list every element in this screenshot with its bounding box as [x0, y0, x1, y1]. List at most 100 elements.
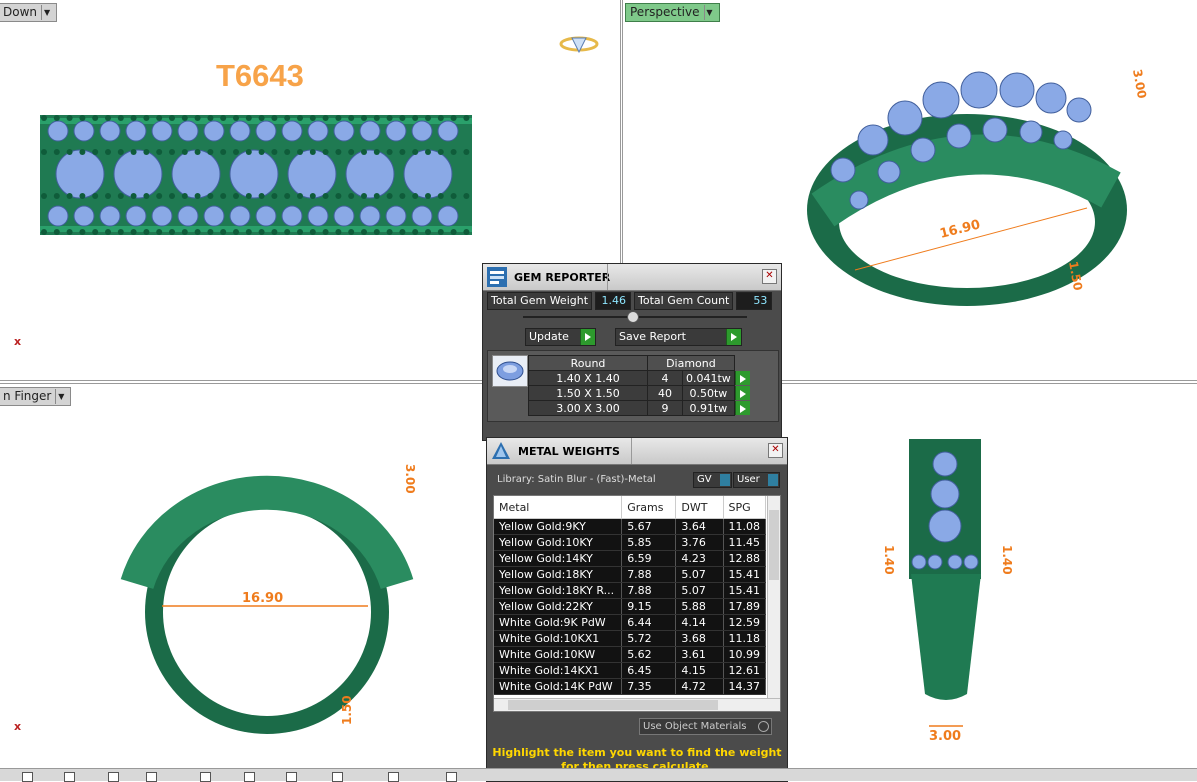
metal-grams: 6.45 [621, 662, 677, 679]
metal-row[interactable]: Yellow Gold:18KY 7.88 5.07 15.41 [494, 566, 766, 583]
size-slider[interactable] [523, 311, 747, 323]
gv-toggle[interactable]: GV [693, 472, 732, 488]
metal-row[interactable]: White Gold:14K PdW 7.35 4.72 14.37 [494, 678, 766, 695]
prong-shape [130, 149, 137, 155]
prong-shape [156, 229, 163, 235]
gem-shape [960, 71, 998, 109]
gem-shape [307, 120, 329, 142]
prong-shape [284, 193, 291, 199]
metal-grams: 5.72 [621, 630, 677, 647]
horizontal-scrollbar[interactable] [494, 698, 780, 711]
prong-shape [181, 193, 188, 199]
scroll-thumb[interactable] [769, 510, 779, 580]
prong-shape [297, 149, 303, 155]
scroll-thumb[interactable] [508, 700, 718, 710]
gem-reporter-header[interactable]: GEM REPORTER ✕ [483, 264, 781, 291]
metal-row[interactable]: Yellow Gold:9KY 5.67 3.64 11.08 [494, 518, 766, 535]
gem-shape [359, 205, 381, 227]
gem-row[interactable]: 1.50 X 1.50 40 0.50tw [528, 385, 754, 401]
metal-table-container[interactable]: Metal Grams DWT SPG Yellow Gold:9KY 5.67 3… [493, 495, 781, 712]
gem-header-shape: Round [528, 355, 648, 371]
prong-shape [245, 229, 252, 235]
prong-shape [335, 149, 342, 155]
prong-shape [309, 115, 316, 121]
gem-reporter-icon [487, 267, 507, 287]
gem-list: Round Diamond 1.40 X 1.40 4 0.041tw 1.50… [487, 350, 779, 422]
save-report-button[interactable]: Save Report [615, 328, 742, 346]
prong-shape [425, 193, 431, 199]
gem-shape [229, 205, 251, 227]
metal-weights-panel[interactable]: METAL WEIGHTS ✕ Library: Satin Blur - (F… [486, 437, 788, 782]
checkbox-icon [768, 474, 778, 486]
col-metal[interactable]: Metal [494, 496, 623, 519]
status-checkbox[interactable] [64, 772, 75, 782]
metal-row[interactable]: Yellow Gold:10KY 5.85 3.76 11.45 [494, 534, 766, 551]
gem-shape [910, 137, 936, 163]
checkbox-icon [720, 474, 730, 486]
metal-spg: 11.18 [723, 630, 766, 647]
gem-reporter-panel[interactable]: GEM REPORTER ✕ Total Gem Weight 1.46 Tot… [482, 263, 782, 441]
status-checkbox[interactable] [286, 772, 297, 782]
metal-row[interactable]: White Gold:9K PdW 6.44 4.14 12.59 [494, 614, 766, 631]
metal-name: Yellow Gold:14KY [494, 550, 623, 567]
status-checkbox[interactable] [200, 772, 211, 782]
col-grams[interactable]: Grams [621, 496, 677, 519]
round-gem-icon [492, 355, 528, 387]
close-icon[interactable]: ✕ [762, 269, 777, 284]
prong-shape [53, 115, 60, 121]
hint-line: Highlight the item you want to find the … [492, 746, 782, 759]
prong-shape [399, 115, 406, 121]
status-checkbox[interactable] [388, 772, 399, 782]
status-checkbox[interactable] [244, 772, 255, 782]
metal-row[interactable]: White Gold:10KX1 5.72 3.68 11.18 [494, 630, 766, 647]
metal-row[interactable]: Yellow Gold:14KY 6.59 4.23 12.88 [494, 550, 766, 567]
select-gem-button[interactable] [734, 400, 750, 415]
metal-name: White Gold:10KW [494, 646, 623, 663]
status-bar [0, 768, 1197, 782]
prong-shape [79, 229, 86, 235]
status-checkbox[interactable] [108, 772, 119, 782]
close-icon[interactable]: ✕ [768, 443, 783, 458]
prong-shape [245, 193, 252, 199]
gem-shape [1066, 97, 1092, 123]
gem-shape [73, 205, 95, 227]
status-checkbox[interactable] [332, 772, 343, 782]
metal-dwt: 4.15 [675, 662, 724, 679]
metal-weights-header[interactable]: METAL WEIGHTS ✕ [487, 438, 787, 465]
use-object-materials-toggle[interactable]: Use Object Materials [639, 718, 772, 735]
gem-shape [171, 149, 221, 199]
gem-shape [1053, 130, 1073, 150]
gem-shape [1035, 82, 1067, 114]
gem-shape [255, 120, 277, 142]
status-checkbox[interactable] [146, 772, 157, 782]
prong-shape [425, 229, 431, 235]
select-gem-button[interactable] [734, 385, 750, 400]
update-button[interactable]: Update [525, 328, 596, 346]
prong-shape [437, 149, 444, 155]
gem-row[interactable]: 3.00 X 3.00 9 0.91tw [528, 400, 754, 416]
gem-shape [229, 120, 251, 142]
prong-shape [143, 193, 150, 199]
vertical-scrollbar[interactable] [767, 496, 780, 699]
metal-row[interactable]: Yellow Gold:22KY 9.15 5.88 17.89 [494, 598, 766, 615]
col-spg[interactable]: SPG [723, 496, 766, 519]
status-checkbox[interactable] [446, 772, 457, 782]
prong-shape [194, 149, 201, 155]
prong-shape [297, 115, 303, 121]
slider-handle[interactable] [627, 311, 639, 323]
select-gem-button[interactable] [734, 370, 750, 385]
metal-row[interactable]: Yellow Gold:18KY R... 7.88 5.07 15.41 [494, 582, 766, 599]
col-dwt[interactable]: DWT [675, 496, 724, 519]
status-checkbox[interactable] [22, 772, 33, 782]
gem-row[interactable]: 1.40 X 1.40 4 0.041tw [528, 370, 754, 386]
user-toggle[interactable]: User [733, 472, 780, 488]
gem-tw: 0.50tw [682, 385, 735, 401]
metal-row[interactable]: White Gold:14KX1 6.45 4.15 12.61 [494, 662, 766, 679]
gem-shape [255, 205, 277, 227]
prong-shape [169, 149, 175, 155]
prong-shape [271, 149, 278, 155]
metal-row[interactable]: White Gold:10KW 5.62 3.61 10.99 [494, 646, 766, 663]
gem-shape [73, 120, 95, 142]
metal-spg: 12.88 [723, 550, 766, 567]
gem-tw: 0.041tw [682, 370, 735, 386]
